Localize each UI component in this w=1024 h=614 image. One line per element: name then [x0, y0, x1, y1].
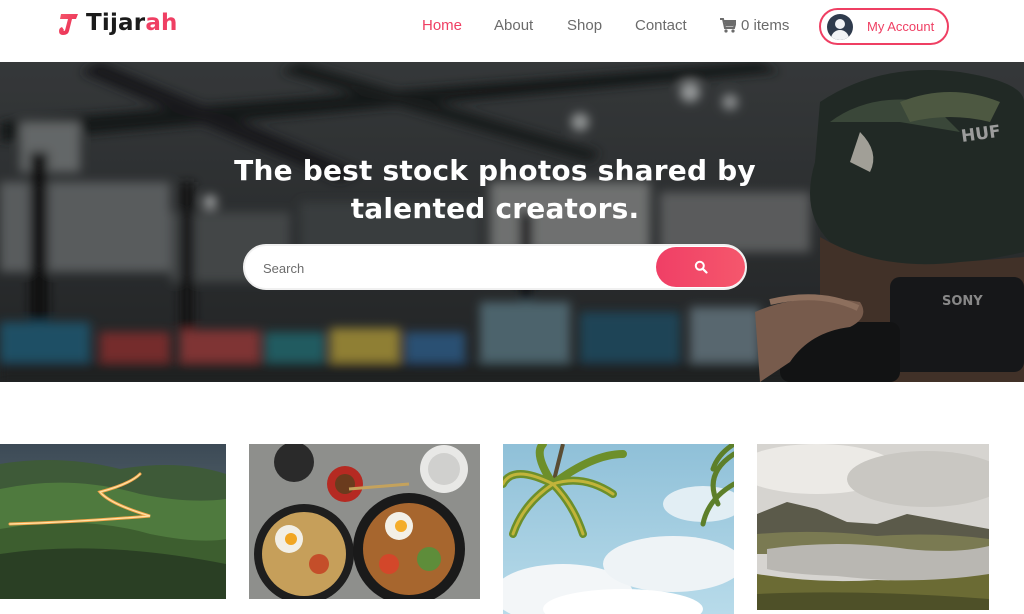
search-input[interactable] [263, 258, 633, 278]
photo-gallery [0, 444, 1024, 614]
brand-name: Tijarah [86, 10, 178, 36]
photo-mountain-lake [757, 444, 989, 610]
my-account-label: My Account [867, 19, 935, 34]
photo-card-winding-road[interactable] [0, 444, 226, 599]
cart-count-label: 0 items [741, 17, 790, 34]
photo-palm-trees-sky [503, 444, 734, 614]
brand-name-accent: ah [145, 10, 178, 36]
nav-item-home[interactable]: Home [422, 17, 462, 34]
hero-search-bar [243, 244, 747, 290]
hero-title-line1: The best stock photos shared by [234, 154, 756, 187]
brand-name-main: Tijar [86, 10, 146, 36]
user-avatar-icon [827, 13, 853, 40]
photo-winding-road-hills [0, 444, 226, 599]
brand-logo[interactable]: Tijarah [58, 10, 178, 36]
site-header: Tijarah Home About Shop Contact 0 items … [0, 0, 1024, 62]
nav-item-contact[interactable]: Contact [635, 17, 687, 34]
photo-card-mountain-lake[interactable] [757, 444, 989, 610]
cart-link[interactable]: 0 items [720, 17, 789, 34]
search-button[interactable] [656, 247, 745, 287]
hero-title-line2: talented creators. [350, 192, 640, 225]
cart-icon [720, 18, 736, 33]
hero-title: The best stock photos shared by talented… [0, 152, 990, 228]
my-account-button[interactable]: My Account [819, 8, 949, 45]
hero-banner: HUF SONY The best stock photos shared by… [0, 62, 1024, 382]
search-icon [694, 260, 708, 274]
photo-card-palm-trees[interactable] [503, 444, 734, 614]
nav-item-about[interactable]: About [494, 17, 533, 34]
nav-item-shop[interactable]: Shop [567, 17, 602, 34]
photo-breakfast-plates [249, 444, 480, 599]
photo-card-breakfast[interactable] [249, 444, 480, 599]
tijarah-logo-icon [59, 14, 78, 35]
